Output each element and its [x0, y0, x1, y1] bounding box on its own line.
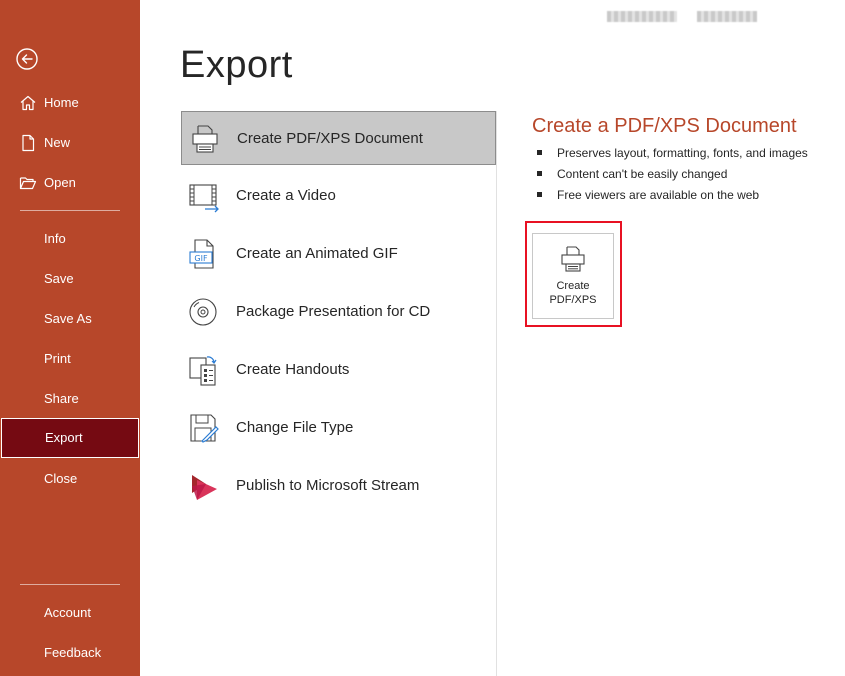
create-pdf-xps-button-label: Create PDF/XPS	[533, 279, 613, 307]
detail-bullets: Preserves layout, formatting, fonts, and…	[537, 145, 808, 208]
nav-info[interactable]: Info	[0, 219, 140, 259]
bullet-item: Preserves layout, formatting, fonts, and…	[537, 145, 808, 166]
folder-open-icon	[19, 174, 37, 192]
sidebar-divider-bottom	[20, 584, 120, 585]
nav-open-label: Open	[44, 175, 76, 190]
video-icon	[187, 179, 221, 213]
option-label: Package Presentation for CD	[236, 303, 431, 320]
pane-divider	[496, 111, 497, 676]
nav-export[interactable]: Export	[1, 418, 139, 458]
nav-save-as-label: Save As	[44, 311, 92, 326]
svg-text:GIF: GIF	[194, 254, 208, 263]
nav-home-label: Home	[44, 95, 79, 110]
backstage-sidebar: Home New Open Info Save Save As Print Sh…	[0, 0, 140, 676]
create-pdf-xps-button[interactable]: Create PDF/XPS	[532, 233, 614, 319]
handouts-icon	[187, 353, 221, 387]
option-label: Publish to Microsoft Stream	[236, 477, 420, 494]
nav-account[interactable]: Account	[0, 593, 140, 633]
back-arrow-icon[interactable]	[16, 48, 38, 70]
sidebar-divider-top	[20, 210, 120, 211]
button-label-line-1: Create	[556, 280, 590, 292]
bullet-marker	[537, 192, 542, 197]
nav-info-label: Info	[44, 231, 66, 246]
option-change-file-type[interactable]: Change File Type	[181, 401, 496, 455]
nav-share[interactable]: Share	[0, 379, 140, 419]
nav-print[interactable]: Print	[0, 339, 140, 379]
pdf-xps-icon	[188, 122, 222, 156]
option-create-video[interactable]: Create a Video	[181, 169, 496, 223]
option-label: Change File Type	[236, 419, 354, 436]
option-create-handouts[interactable]: Create Handouts	[181, 343, 496, 397]
button-label-line-2: PDF/XPS	[549, 294, 597, 306]
nav-feedback-label: Feedback	[44, 645, 102, 660]
title-text-blurred-right	[697, 11, 757, 22]
home-icon	[19, 94, 37, 112]
title-text-blurred-left	[607, 11, 677, 22]
bullet-item: Content can't be easily changed	[537, 166, 808, 187]
bullet-text: Free viewers are available on the web	[557, 188, 760, 202]
nav-open[interactable]: Open	[0, 163, 140, 203]
option-label: Create Handouts	[236, 361, 350, 378]
nav-home[interactable]: Home	[0, 83, 140, 123]
nav-save-as[interactable]: Save As	[0, 299, 140, 339]
stream-icon	[187, 469, 221, 503]
nav-print-label: Print	[44, 351, 71, 366]
nav-new-label: New	[44, 135, 71, 150]
nav-export-label: Export	[45, 430, 83, 445]
bullet-item: Free viewers are available on the web	[537, 187, 808, 208]
bullet-text: Content can't be easily changed	[557, 167, 728, 181]
option-publish-stream[interactable]: Publish to Microsoft Stream	[181, 459, 496, 513]
nav-close-label: Close	[44, 471, 78, 486]
nav-share-label: Share	[44, 391, 79, 406]
nav-feedback[interactable]: Feedback	[0, 633, 140, 673]
detail-title: Create a PDF/XPS Document	[532, 115, 797, 137]
bullet-marker	[537, 171, 542, 176]
option-create-pdf-xps[interactable]: Create PDF/XPS Document	[181, 111, 496, 165]
option-label: Create PDF/XPS Document	[237, 130, 423, 147]
bullet-text: Preserves layout, formatting, fonts, and…	[557, 146, 808, 160]
new-document-icon	[19, 134, 37, 152]
nav-account-label: Account	[44, 605, 91, 620]
cd-icon	[187, 295, 221, 329]
nav-new[interactable]: New	[0, 123, 140, 163]
nav-save[interactable]: Save	[0, 259, 140, 299]
pdf-xps-icon	[558, 244, 588, 274]
option-label: Create an Animated GIF	[236, 245, 398, 262]
nav-close[interactable]: Close	[0, 459, 140, 499]
bullet-marker	[537, 150, 542, 155]
nav-save-label: Save	[44, 271, 74, 286]
change-file-type-icon	[187, 411, 221, 445]
option-package-cd[interactable]: Package Presentation for CD	[181, 285, 496, 339]
option-create-gif[interactable]: GIF Create an Animated GIF	[181, 227, 496, 281]
page-title: Export	[180, 44, 293, 86]
option-label: Create a Video	[236, 187, 336, 204]
gif-icon: GIF	[187, 237, 221, 271]
